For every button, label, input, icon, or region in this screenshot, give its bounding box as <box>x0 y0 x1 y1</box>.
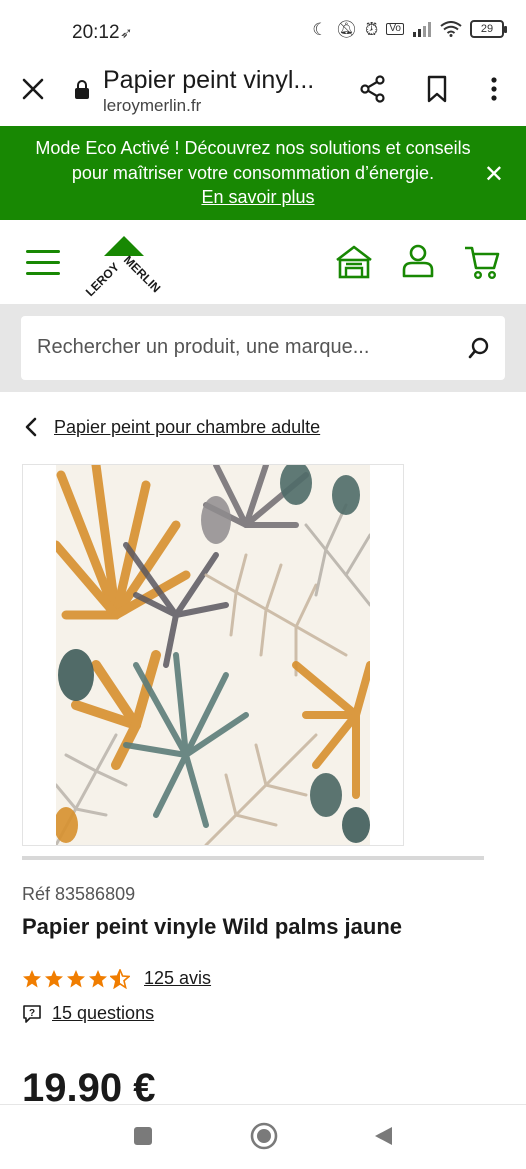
share-icon[interactable] <box>358 74 388 104</box>
logo-text-leroy: LEROY <box>84 260 122 299</box>
signal-icon <box>413 22 431 37</box>
account-icon[interactable] <box>398 242 438 282</box>
close-icon[interactable] <box>18 74 48 104</box>
search-area: Rechercher un produit, une marque... <box>0 304 526 392</box>
question-bubble-icon: ? <box>23 1004 41 1023</box>
status-icons: ☾ 🔕︎ ⏰︎ Vo 29 <box>312 19 507 39</box>
cart-icon[interactable] <box>462 242 502 282</box>
product-rating[interactable]: 125 avis <box>22 968 211 989</box>
volte-icon: Vo <box>386 23 404 35</box>
site-header: LEROY MERLIN <box>0 220 526 304</box>
product-title: Papier peint vinyle Wild palms jaune <box>22 914 403 939</box>
questions-link[interactable]: 15 questions <box>52 1003 154 1024</box>
star-full-icon <box>45 969 63 987</box>
questions-link-row[interactable]: ? 15 questions <box>22 1003 154 1024</box>
eco-mode-banner: Mode Eco Activé ! Découvrez nos solution… <box>0 126 526 220</box>
recent-apps-icon[interactable] <box>132 1125 154 1147</box>
breadcrumb[interactable]: Papier peint pour chambre adulte <box>22 416 320 438</box>
product-image[interactable] <box>22 464 404 846</box>
banner-close-icon[interactable]: ✕ <box>484 160 504 189</box>
system-navigation-bar <box>0 1104 526 1169</box>
breadcrumb-link[interactable]: Papier peint pour chambre adulte <box>54 417 320 438</box>
search-placeholder: Rechercher un produit, une marque... <box>37 336 370 358</box>
bookmark-icon[interactable] <box>424 74 450 104</box>
star-full-icon <box>67 969 85 987</box>
alarm-icon: ⏰︎ <box>365 19 379 39</box>
bell-off-icon: 🔕︎ <box>335 19 358 39</box>
home-icon[interactable] <box>249 1121 279 1151</box>
product-reference: Réf 83586809 <box>22 884 136 904</box>
page-url[interactable]: leroymerlin.fr <box>103 96 201 116</box>
wifi-icon <box>440 21 462 37</box>
more-vert-icon[interactable] <box>484 74 504 104</box>
store-icon[interactable] <box>334 242 374 282</box>
star-half-icon <box>110 968 130 989</box>
lock-icon <box>75 80 89 99</box>
svg-text:?: ? <box>29 1008 35 1019</box>
status-bar: 20:12 ➶ ☾ 🔕︎ ⏰︎ Vo 29 <box>0 0 526 62</box>
search-icon[interactable] <box>467 336 491 360</box>
browser-toolbar: Papier peint vinyl... leroymerlin.fr <box>0 62 526 126</box>
leroy-merlin-logo[interactable]: LEROY MERLIN <box>84 232 164 302</box>
eco-banner-text-2: pour maîtriser votre consommation d’éner… <box>71 163 435 183</box>
chevron-left-icon[interactable] <box>22 416 40 438</box>
reviews-link[interactable]: 125 avis <box>144 968 211 989</box>
palm-wallpaper-illustration <box>56 465 370 845</box>
moon-icon: ☾ <box>312 19 328 39</box>
star-full-icon <box>23 969 41 987</box>
page-title: Papier peint vinyl... <box>103 66 315 94</box>
learn-more-link[interactable]: En savoir plus <box>0 187 516 208</box>
notification-icon: ➶ <box>120 25 133 42</box>
logo-text-merlin: MERLIN <box>121 253 163 295</box>
gallery-scroll-indicator[interactable] <box>22 856 484 860</box>
back-icon[interactable] <box>372 1125 394 1147</box>
menu-icon[interactable] <box>26 250 60 276</box>
battery-indicator: 29 <box>470 20 507 38</box>
star-full-icon <box>89 969 107 987</box>
status-time: 20:12 <box>72 22 120 43</box>
eco-banner-text-1: Mode Eco Activé ! Découvrez nos solution… <box>35 138 471 158</box>
rating-stars <box>22 968 130 989</box>
search-input[interactable]: Rechercher un produit, une marque... <box>21 316 505 380</box>
